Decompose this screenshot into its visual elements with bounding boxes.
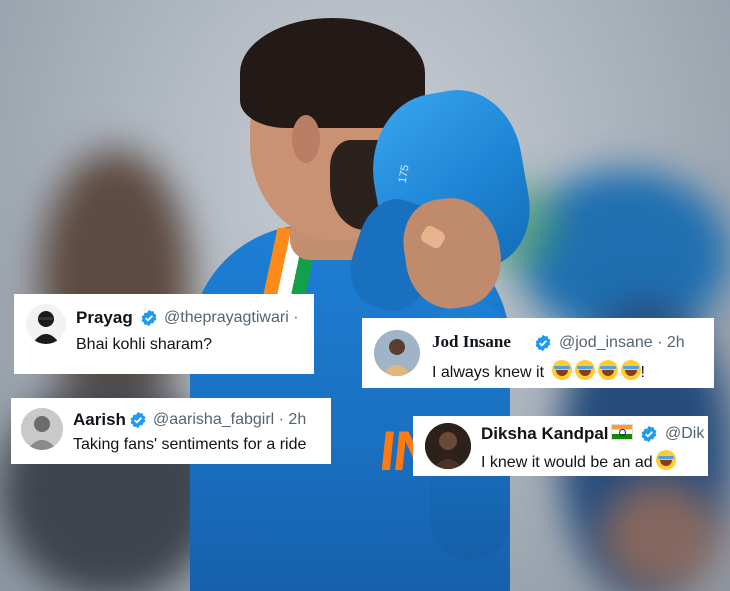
blurred-orange-shape	[600, 480, 720, 590]
rofl-emoji-icon	[655, 450, 676, 470]
tweet-text: I knew it would be an ad	[481, 454, 653, 471]
display-name-row[interactable]: Diksha Kandpal	[481, 424, 633, 444]
avatar[interactable]	[425, 423, 471, 469]
india-flag-icon	[610, 424, 633, 440]
tweet-card-prayag[interactable]: Prayag @theprayagtiwari · Bhai kohli sha…	[14, 294, 314, 374]
crying-emoji-icon	[597, 360, 618, 380]
tweet-card-jod-insane[interactable]: Jod Insane @jod_insane · 2h I always kne…	[362, 318, 714, 388]
user-handle[interactable]: @aarisha_fabgirl · 2h	[153, 411, 306, 429]
crying-emoji-icon	[551, 360, 572, 380]
tweet-card-diksha-kandpal[interactable]: Diksha Kandpal @Dik I knew it would be a…	[413, 416, 708, 476]
tweet-text-suffix: !	[640, 364, 645, 381]
verified-badge-icon	[140, 309, 158, 327]
display-name[interactable]: Jod Insane	[432, 332, 511, 352]
photo-with-tweet-overlays: IN 175 Prayag @theprayagtiwari · Bhai ko…	[0, 0, 730, 591]
verified-badge-icon	[129, 411, 147, 429]
tweet-text-row: I knew it would be an ad	[481, 450, 676, 472]
avatar-photo-icon	[374, 330, 420, 376]
user-handle[interactable]: @theprayagtiwari ·	[164, 309, 299, 327]
avatar-photo-icon	[21, 408, 63, 450]
crying-emoji-icon	[574, 360, 595, 380]
user-handle[interactable]: @jod_insane · 2h	[559, 334, 685, 352]
avatar-silhouette-icon	[32, 311, 60, 344]
display-name[interactable]: Aarish	[73, 410, 126, 430]
verified-badge-icon	[640, 425, 658, 443]
crying-emoji-icon	[620, 360, 641, 380]
user-handle[interactable]: @Dik	[665, 425, 704, 443]
avatar-photo-icon	[425, 423, 471, 469]
display-name: Diksha Kandpal	[481, 424, 609, 443]
tweet-text-row: I always knew it !	[432, 360, 645, 382]
tweet-text: Bhai kohli sharam?	[76, 336, 213, 353]
avatar[interactable]	[21, 408, 63, 450]
avatar[interactable]	[26, 304, 66, 344]
tweet-card-aarish[interactable]: Aarish @aarisha_fabgirl · 2h Taking fans…	[11, 398, 331, 464]
avatar[interactable]	[374, 330, 420, 376]
player-ear	[292, 115, 320, 163]
tweet-text: I always knew it	[432, 364, 545, 381]
display-name[interactable]: Prayag	[76, 308, 133, 328]
verified-badge-icon	[534, 334, 552, 352]
tweet-text: Taking fans' sentiments for a ride	[73, 436, 307, 453]
